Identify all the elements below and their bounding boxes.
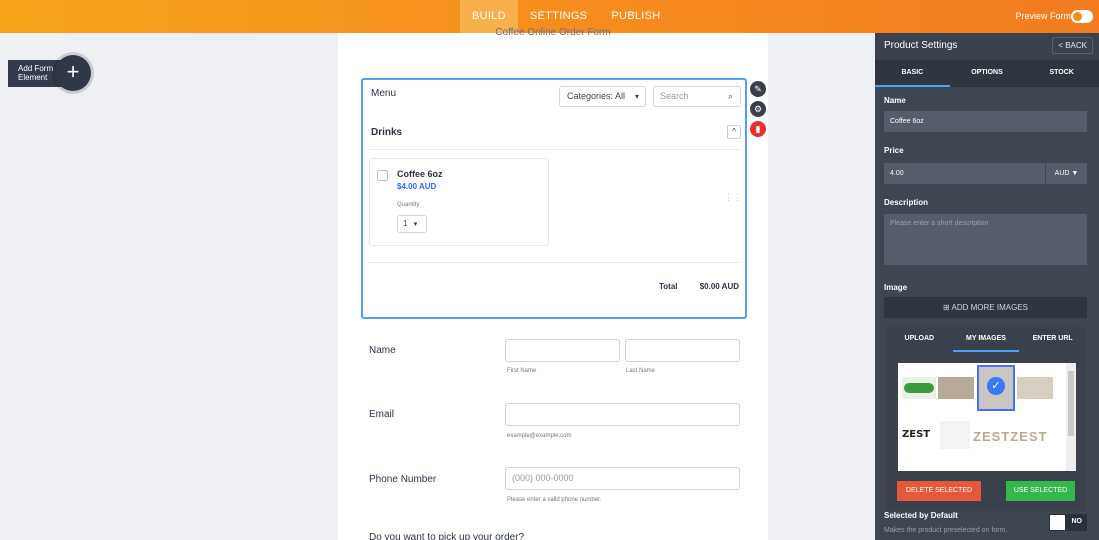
selected-default-desc: Makes the product preselected on form. (884, 527, 1008, 534)
description-textarea[interactable]: Please enter a short description (884, 214, 1087, 265)
phone-input[interactable]: (000) 000-0000 (505, 467, 740, 490)
quantity-select[interactable]: 1 ▾ (397, 215, 427, 233)
image-picker-popup: UPLOAD MY IMAGES ENTER URL ✓ ZEST ZESTZE… (886, 327, 1086, 511)
last-name-sublabel: Last Name (626, 368, 656, 374)
selected-default-toggle[interactable]: NO (1049, 514, 1087, 531)
first-name-input[interactable] (505, 339, 620, 362)
search-placeholder: Search (660, 91, 689, 101)
price-input[interactable]: 4.00 (884, 163, 1045, 184)
check-icon: ✓ (987, 377, 1005, 395)
category-heading: Drinks (371, 127, 403, 138)
image-thumbnail[interactable] (1017, 377, 1053, 399)
menu-label: Menu (371, 88, 397, 99)
panel-header: Product Settings < BACK (875, 33, 1099, 60)
tab-stock[interactable]: STOCK (1024, 60, 1099, 87)
toggle-knob (1050, 515, 1065, 530)
email-input[interactable] (505, 403, 740, 426)
tab-basic[interactable]: BASIC (875, 60, 950, 87)
product-search-input[interactable]: Search ⌕ (653, 86, 741, 107)
image-thumbnail[interactable] (902, 377, 936, 399)
phone-placeholder: (000) 000-0000 (512, 473, 574, 483)
currency-select[interactable]: AUD ▼ (1045, 163, 1087, 184)
description-label: Description (884, 198, 929, 207)
add-more-images-label: ADD MORE IMAGES (951, 303, 1028, 312)
logo-icon (904, 383, 934, 393)
phone-hint: Please enter a valid phone number. (507, 497, 602, 503)
image-label: Image (884, 283, 908, 292)
delete-selected-button[interactable]: DELETE SELECTED (897, 481, 981, 501)
selected-default-label: Selected by Default (884, 511, 958, 520)
wand-icon[interactable]: ✎ (750, 81, 766, 97)
name-label: Name (369, 345, 396, 356)
tab-enter-url[interactable]: ENTER URL (1019, 327, 1086, 352)
product-price: $4.00 AUD (397, 182, 437, 191)
tab-my-images[interactable]: MY IMAGES (952, 327, 1020, 352)
email-label: Email (369, 409, 395, 420)
panel-title: Product Settings (884, 40, 958, 51)
total-value: $0.00 AUD (699, 282, 739, 291)
gallery-scrollbar[interactable] (1066, 363, 1076, 471)
divider (369, 262, 739, 263)
search-icon: ⌕ (727, 91, 733, 101)
collapse-chevron-icon[interactable]: ^ (727, 125, 741, 139)
image-thumbnail[interactable] (940, 421, 970, 449)
phone-label: Phone Number (369, 474, 437, 485)
add-form-element-button[interactable]: + (55, 55, 91, 91)
product-list-widget[interactable]: Menu Categories: All ▾ Search ⌕ Drinks ^… (361, 78, 747, 319)
pickup-question: Do you want to pick up your order? (369, 532, 525, 540)
product-name: Coffee 6oz (397, 169, 443, 179)
zest-logo-thumbnail[interactable]: ZEST (902, 429, 930, 440)
email-hint: example@example.com (507, 433, 572, 439)
gear-icon[interactable]: ⚙ (750, 101, 766, 117)
toggle-value: NO (1071, 518, 1083, 525)
product-name-input[interactable]: Coffee 6oz (884, 111, 1087, 132)
drag-handle-icon[interactable]: ⋮⋮ (724, 192, 742, 203)
use-selected-button[interactable]: USE SELECTED (1006, 481, 1075, 501)
categories-value: Categories: All (567, 91, 626, 101)
preview-form-toggle[interactable] (1071, 10, 1093, 23)
image-gallery: ✓ ZEST ZESTZEST (898, 363, 1076, 471)
quantity-label: Quantity (397, 202, 420, 208)
back-button[interactable]: < BACK (1052, 37, 1093, 54)
first-name-sublabel: First Name (507, 368, 537, 374)
last-name-input[interactable] (625, 339, 740, 362)
product-card[interactable]: Coffee 6oz $4.00 AUD Quantity 1 ▾ (369, 158, 549, 246)
image-icon: ⊞ (943, 303, 952, 312)
preview-form-label: Preview Form (1015, 11, 1071, 21)
panel-tabs: BASIC OPTIONS STOCK (875, 60, 1099, 87)
trash-icon[interactable]: ▮ (750, 121, 766, 137)
quantity-value: 1 (403, 219, 408, 228)
zestzest-thumbnail[interactable]: ZESTZEST (973, 429, 1047, 444)
chevron-down-icon: ▾ (634, 92, 639, 101)
image-thumbnail-selected[interactable]: ✓ (977, 365, 1015, 411)
tab-upload[interactable]: UPLOAD (886, 327, 953, 352)
image-thumbnail[interactable] (938, 377, 974, 399)
total-label: Total (659, 282, 678, 291)
divider (369, 149, 739, 150)
tab-options[interactable]: OPTIONS (950, 60, 1025, 87)
chevron-down-icon: ▾ (413, 221, 418, 228)
element-tools: ✎ ⚙ ▮ (750, 81, 766, 141)
price-label: Price (884, 146, 904, 155)
add-more-images-button[interactable]: ⊞ ADD MORE IMAGES (884, 297, 1087, 318)
categories-select[interactable]: Categories: All ▾ (559, 86, 646, 107)
image-picker-tabs: UPLOAD MY IMAGES ENTER URL (886, 327, 1086, 352)
form-title: Coffee Online Order Form (495, 27, 611, 38)
product-checkbox[interactable] (377, 170, 388, 181)
product-name-label: Name (884, 96, 906, 105)
